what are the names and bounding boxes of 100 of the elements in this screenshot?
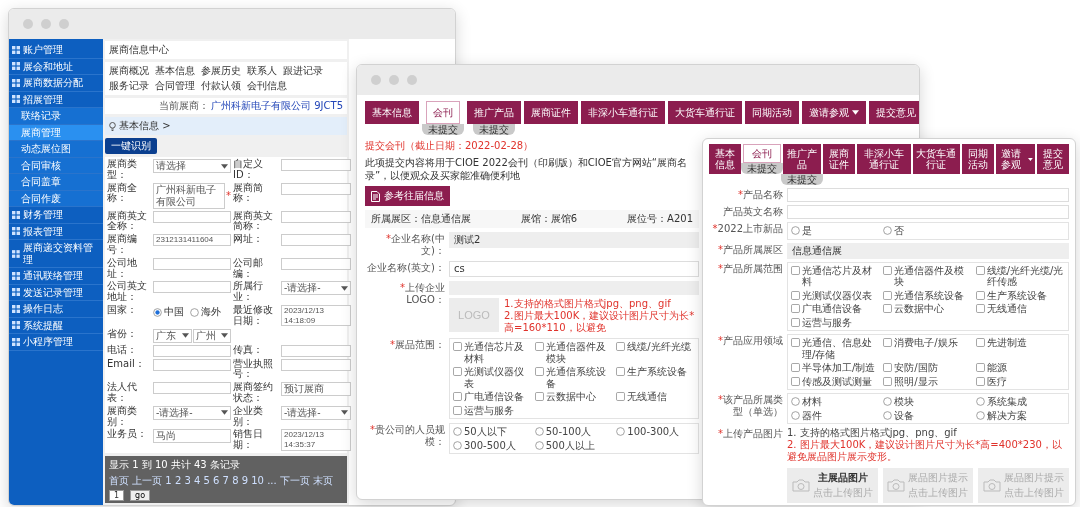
tab[interactable]: 基本信息 <box>365 101 419 124</box>
checkbox-option[interactable]: 云数据中心 <box>883 303 973 315</box>
text-field[interactable]: 马尚 <box>153 429 231 444</box>
pagination-links[interactable]: 首页 上一页 1 2 3 4 5 6 7 8 9 10 ... 下一页 末页 <box>109 474 334 488</box>
sidebar-item[interactable]: 账户管理 <box>9 42 103 59</box>
text-field[interactable] <box>153 281 231 294</box>
window-control-dot[interactable] <box>371 75 381 85</box>
checkbox-option[interactable]: 光测试仪器仪表 <box>453 366 532 389</box>
tab[interactable]: 展商证件 <box>524 101 578 124</box>
checkbox-option[interactable]: 广电通信设备 <box>791 303 881 315</box>
checkbox-option[interactable]: 运营与服务 <box>453 404 532 416</box>
nav-link[interactable]: 展商概况 <box>109 64 149 78</box>
checkbox-option[interactable]: 线缆/光纤光缆/光纤传感 <box>975 264 1065 288</box>
checkbox-option[interactable]: 医疗 <box>975 375 1065 387</box>
checkbox-option[interactable]: 光通信、信息处理/存储 <box>791 337 881 360</box>
text-field[interactable] <box>787 205 1069 219</box>
sidebar-item[interactable]: 展商数据分配 <box>9 75 103 92</box>
reference-button[interactable]: 参考往届信息 <box>365 186 450 206</box>
nav-link[interactable]: 参展历史 <box>201 64 241 78</box>
nav-link[interactable]: 联系人 <box>247 64 277 78</box>
radio-option[interactable]: 系统集成 <box>975 396 1065 408</box>
sidebar-item[interactable]: 动态展位图 <box>9 141 103 158</box>
tab[interactable]: 大货车通行证 <box>668 101 742 124</box>
sidebar-item[interactable]: 操作日志 <box>9 301 103 318</box>
radio-option[interactable]: 50-100人 <box>534 426 614 438</box>
tab[interactable]: 同期活动 <box>961 144 994 174</box>
radio-option[interactable]: 300-500人 <box>453 439 532 451</box>
text-field[interactable] <box>281 210 351 223</box>
sidebar-item[interactable]: 财务管理 <box>9 207 103 224</box>
checkbox-option[interactable]: 光测试仪器仪表 <box>791 289 881 301</box>
text-field[interactable]: 信息通信展 <box>787 242 1069 259</box>
tab[interactable]: 邀请参观 <box>802 101 866 124</box>
radio-option[interactable]: 设备 <box>883 409 973 421</box>
checkbox-option[interactable]: 无线通信 <box>975 303 1065 315</box>
text-field[interactable] <box>153 382 231 395</box>
nav-link[interactable]: 跟进记录 <box>283 64 323 78</box>
tab[interactable]: 会刊 <box>743 144 782 163</box>
tab[interactable]: 提交意见 <box>869 101 919 124</box>
tab[interactable]: 基本信息 <box>709 144 742 174</box>
nav-link[interactable]: 基本信息 <box>155 64 195 78</box>
tab[interactable]: 推广产品 <box>467 101 521 124</box>
checkbox-option[interactable]: 云数据中心 <box>534 391 614 403</box>
checkbox-option[interactable]: 光通信器件及模块 <box>534 341 614 364</box>
window-control-dot[interactable] <box>407 75 417 85</box>
go-button[interactable]: go <box>130 490 151 501</box>
nav-link[interactable]: 付款认领 <box>201 79 241 93</box>
checkbox-option[interactable]: 半导体加工/制造 <box>791 362 881 374</box>
radio-option[interactable]: 模块 <box>883 396 973 408</box>
window-control-dot[interactable] <box>389 75 399 85</box>
text-field[interactable]: 测试2 <box>449 232 699 248</box>
text-field[interactable] <box>281 182 351 195</box>
text-field[interactable]: 2023/12/13 14:18:09 <box>281 304 351 327</box>
action-button[interactable]: 一键识别 <box>105 138 157 154</box>
checkbox-option[interactable]: 光通信芯片及材料 <box>453 341 532 364</box>
checkbox-option[interactable]: 线缆/光纤光缆 <box>616 341 695 364</box>
radio-option[interactable]: 解决方案 <box>975 409 1065 421</box>
tab[interactable]: 邀请参观 <box>995 144 1035 174</box>
window-control-dot[interactable] <box>23 19 33 29</box>
window-control-dot[interactable] <box>41 19 51 29</box>
checkbox-option[interactable]: 光通信器件及模块 <box>883 264 973 288</box>
sidebar-item[interactable]: 展商递交资料管理 <box>9 240 103 268</box>
text-field[interactable]: 2312131411604 <box>153 234 231 247</box>
tab[interactable]: 非深小车通行证 <box>857 144 911 174</box>
tab[interactable]: 推广产品 <box>783 144 822 174</box>
text-field[interactable] <box>153 358 231 371</box>
checkbox-option[interactable]: 消费电子/娱乐 <box>883 337 973 360</box>
tab[interactable]: 会刊 <box>426 101 460 124</box>
checkbox-option[interactable]: 安防/国防 <box>883 362 973 374</box>
upload-field[interactable] <box>449 281 699 295</box>
text-field[interactable]: 2023/12/13 14:35:37 <box>281 429 351 451</box>
checkbox-option[interactable]: 光通信系统设备 <box>534 366 614 389</box>
checkbox-option[interactable]: 生产系统设备 <box>975 289 1065 301</box>
text-field[interactable] <box>787 188 1069 202</box>
text-field[interactable] <box>281 344 351 357</box>
sidebar-item[interactable]: 小程序管理 <box>9 334 103 351</box>
checkbox-option[interactable]: 无线通信 <box>616 391 695 403</box>
checkbox-option[interactable]: 生产系统设备 <box>616 366 695 389</box>
checkbox-option[interactable]: 运营与服务 <box>791 316 881 328</box>
text-field[interactable] <box>281 257 351 270</box>
select-field[interactable]: 广东 <box>153 328 192 343</box>
nav-link[interactable]: 合同管理 <box>155 79 195 93</box>
radio-option[interactable]: 材料 <box>791 396 881 408</box>
select-field[interactable]: 请选择 <box>153 159 231 173</box>
nav-link[interactable]: 会刊信息 <box>247 79 287 93</box>
radio-option[interactable]: 50人以下 <box>453 426 532 438</box>
sidebar-item[interactable]: 联络记录 <box>9 108 103 125</box>
text-field[interactable]: cs <box>449 261 699 277</box>
radio-option[interactable]: 100-300人 <box>616 426 695 438</box>
text-field[interactable] <box>153 210 231 223</box>
checkbox-option[interactable]: 光通信系统设备 <box>883 289 973 301</box>
select-field[interactable]: -请选择- <box>153 405 231 420</box>
tab[interactable]: 提交意见 <box>1036 144 1069 174</box>
text-field[interactable] <box>281 358 351 371</box>
page-input[interactable]: 1 <box>109 490 125 501</box>
text-field[interactable] <box>281 234 351 247</box>
select-field[interactable]: -请选择- <box>281 405 351 420</box>
radio-option[interactable]: 器件 <box>791 409 881 421</box>
text-field[interactable]: 广州科新电子有限公司 <box>153 182 225 209</box>
checkbox-option[interactable]: 传感及测试测量 <box>791 375 881 387</box>
text-field[interactable] <box>281 159 351 171</box>
